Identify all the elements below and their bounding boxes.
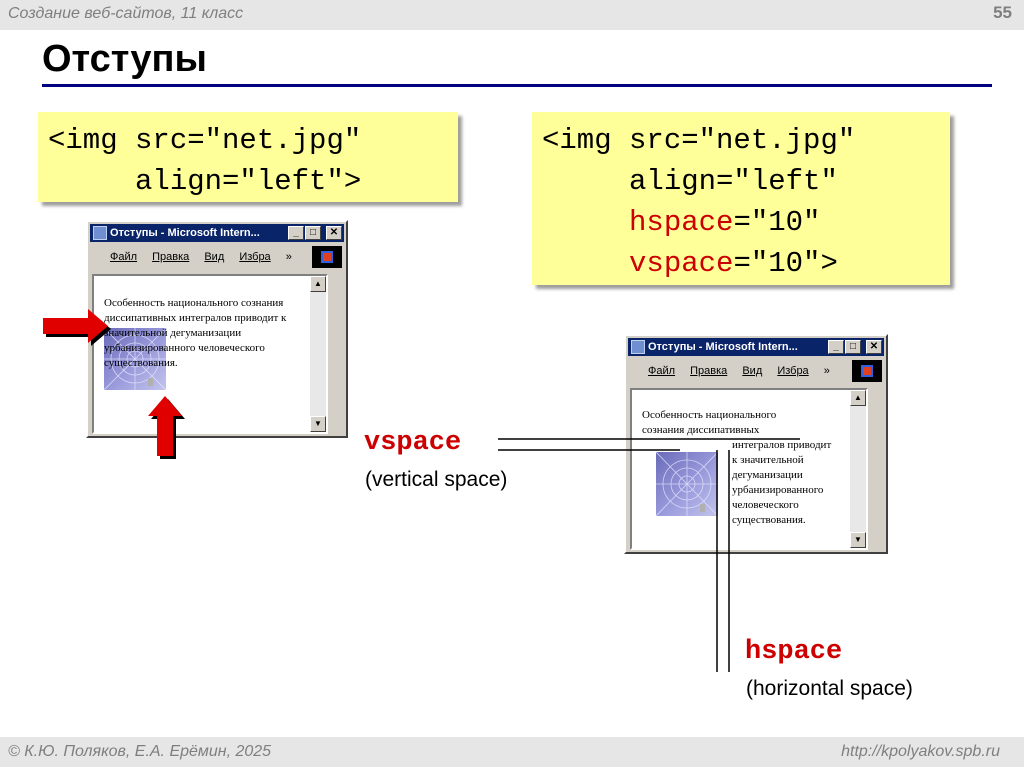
dimension-lines [498,438,800,672]
vspace-description: (vertical space) [365,468,508,491]
footer-site-link[interactable]: http://kpolyakov.spb.ru [841,743,1000,761]
vspace-label: vspace [364,428,462,458]
footer-bar: © К.Ю. Поляков, Е.А. Ерёмин, 2025 http:/… [0,737,1024,767]
hspace-label: hspace [745,637,843,667]
footer-authors: © К.Ю. Поляков, Е.А. Ерёмин, 2025 [8,743,272,760]
hspace-description: (horizontal space) [746,677,913,700]
